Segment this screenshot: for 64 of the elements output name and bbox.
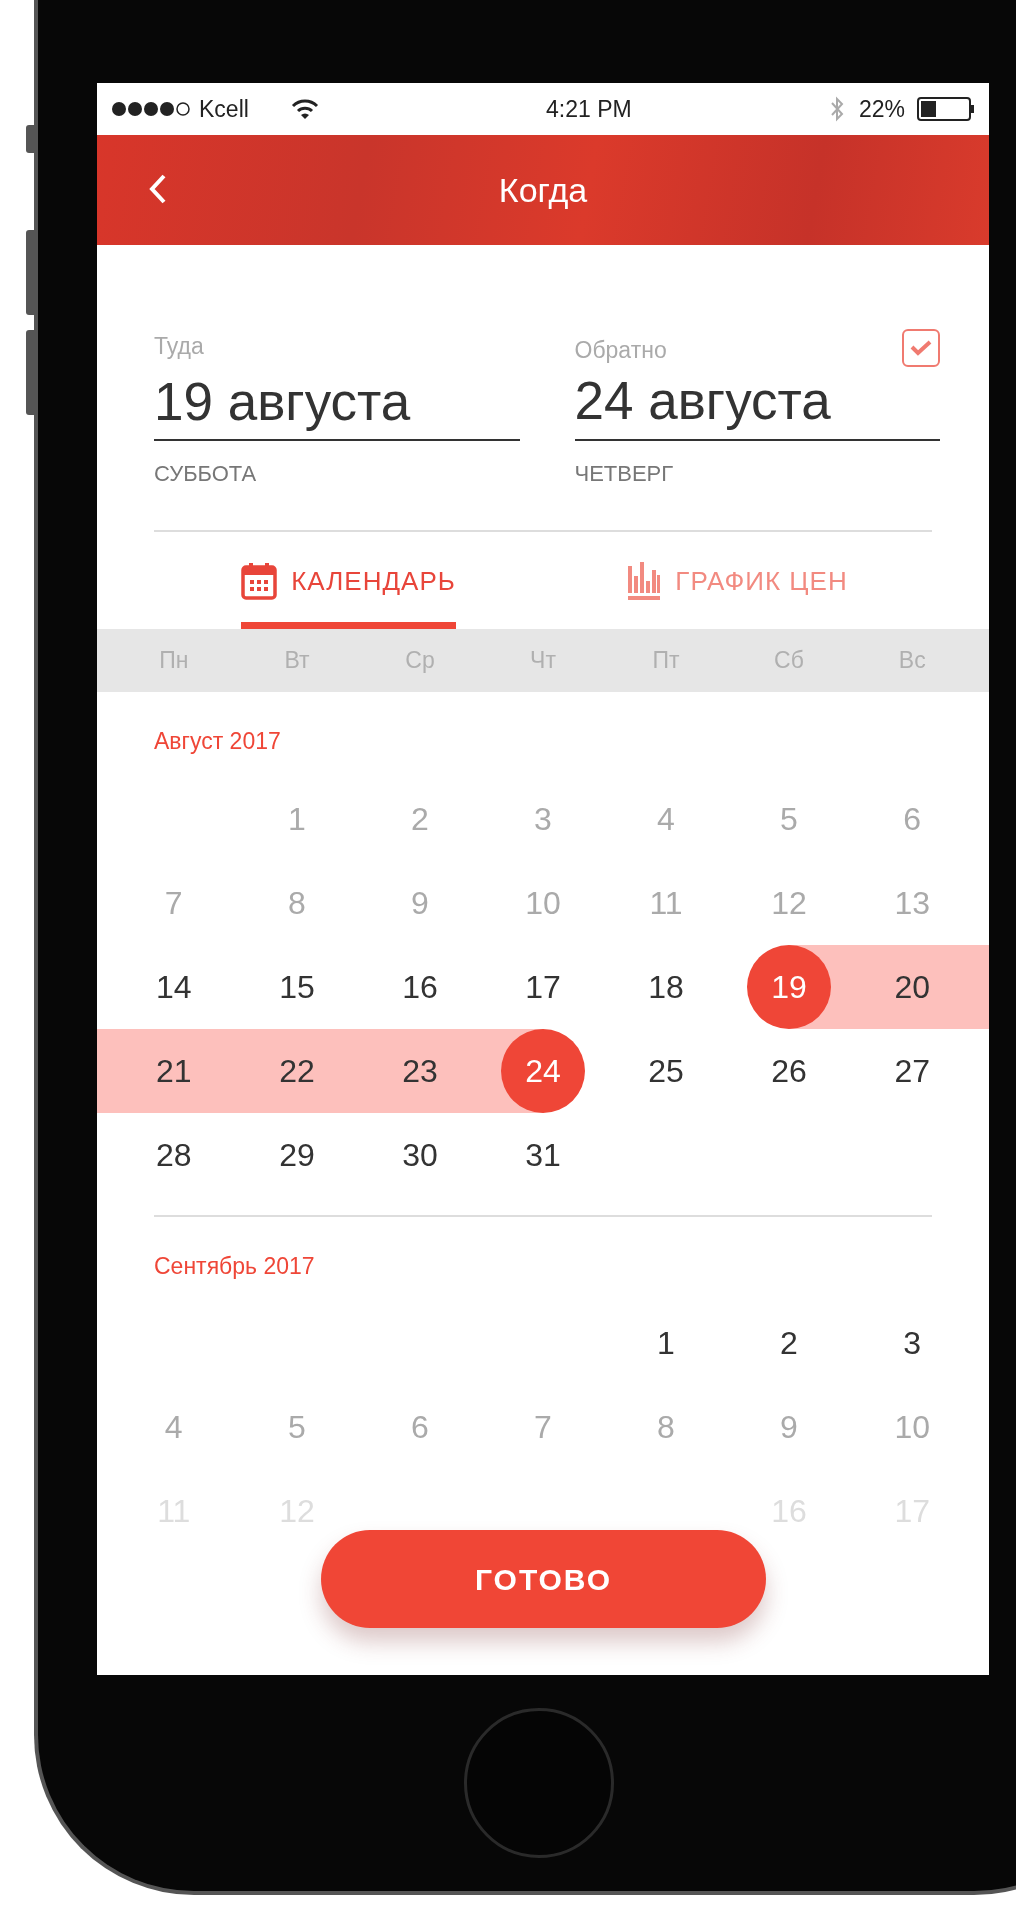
checkmark-icon xyxy=(910,340,932,356)
calendar-day[interactable]: 10 xyxy=(870,1385,955,1470)
calendar-day[interactable]: 27 xyxy=(870,1028,955,1113)
battery-percent: 22% xyxy=(858,94,905,124)
calendar-day[interactable]: 3 xyxy=(501,776,585,861)
calendar-day[interactable]: 9 xyxy=(747,1385,831,1470)
calendar-day[interactable]: 4 xyxy=(131,1385,216,1470)
calendar-day[interactable]: 29 xyxy=(255,1112,339,1197)
back-button[interactable] xyxy=(149,173,167,205)
date-field[interactable]: 19 августа xyxy=(154,369,520,442)
calendar-day[interactable]: 17 xyxy=(501,944,585,1029)
month-title: Август 2017 xyxy=(153,727,282,757)
calendar-day[interactable]: 6 xyxy=(378,1385,462,1470)
calendar-day[interactable]: 18 xyxy=(624,944,708,1029)
calendar-day[interactable]: 26 xyxy=(747,1028,831,1113)
calendar-day[interactable]: 9 xyxy=(378,860,462,945)
bar-chart-icon xyxy=(627,561,662,602)
wifi-icon xyxy=(290,98,319,120)
calendar-day[interactable]: 28 xyxy=(131,1112,216,1197)
date-field[interactable]: 24 августа xyxy=(574,369,940,441)
date-label: Туда xyxy=(154,332,204,361)
calendar-day[interactable]: 16 xyxy=(378,944,462,1029)
selected-day[interactable]: 19 xyxy=(747,944,831,1029)
bluetooth-icon xyxy=(828,96,845,122)
calendar-day[interactable]: 25 xyxy=(624,1028,708,1113)
weekday-label: СУББОТА xyxy=(154,460,258,489)
calendar-day[interactable]: 22 xyxy=(255,1028,339,1113)
month-title: Сентябрь 2017 xyxy=(153,1251,316,1281)
signal-icon xyxy=(111,101,191,117)
calendar-day[interactable]: 20 xyxy=(870,944,955,1029)
screen-title: Когда xyxy=(498,169,588,211)
calendar-day[interactable]: 13 xyxy=(870,860,955,945)
done-button[interactable]: ГОТОВО xyxy=(321,1530,766,1628)
weekday-label: ЧЕТВЕРГ xyxy=(574,459,675,488)
calendar-day[interactable]: 30 xyxy=(378,1112,462,1197)
calendar-day[interactable]: 1 xyxy=(255,776,339,861)
battery-icon xyxy=(917,97,975,121)
selected-day[interactable]: 24 xyxy=(501,1028,585,1113)
calendar-day[interactable]: 5 xyxy=(747,776,831,861)
calendar-day[interactable]: 14 xyxy=(131,944,216,1029)
calendar-day[interactable]: 10 xyxy=(501,860,585,945)
calendar-day[interactable]: 15 xyxy=(255,944,339,1029)
calendar-day[interactable]: 21 xyxy=(131,1028,216,1113)
calendar-day[interactable]: 6 xyxy=(870,776,955,861)
return-checkbox[interactable] xyxy=(902,329,940,367)
calendar-day[interactable]: 7 xyxy=(501,1385,585,1470)
calendar-day[interactable]: 8 xyxy=(624,1385,708,1470)
calendar-day[interactable]: 31 xyxy=(501,1112,585,1197)
calendar-day[interactable]: 4 xyxy=(624,776,708,861)
calendar-day[interactable]: 8 xyxy=(255,860,339,945)
calendar-day[interactable]: 23 xyxy=(378,1028,462,1113)
calendar-day[interactable]: 12 xyxy=(747,860,831,945)
status-time: 4:21 PM xyxy=(545,94,632,124)
carrier-name: Kcell xyxy=(199,94,249,124)
tab[interactable]: ГРАФИК ЦЕН xyxy=(627,532,848,630)
calendar-day[interactable]: 7 xyxy=(131,860,216,945)
calendar-day[interactable]: 5 xyxy=(255,1385,339,1470)
calendar-day[interactable]: 2 xyxy=(747,1301,831,1386)
date-label: Обратно xyxy=(574,335,667,365)
calendar-icon xyxy=(241,562,278,601)
calendar-day[interactable]: 1 xyxy=(624,1301,708,1386)
calendar-day[interactable]: 2 xyxy=(378,776,462,861)
calendar-day[interactable]: 11 xyxy=(624,860,708,945)
calendar-day[interactable]: 3 xyxy=(870,1301,955,1386)
